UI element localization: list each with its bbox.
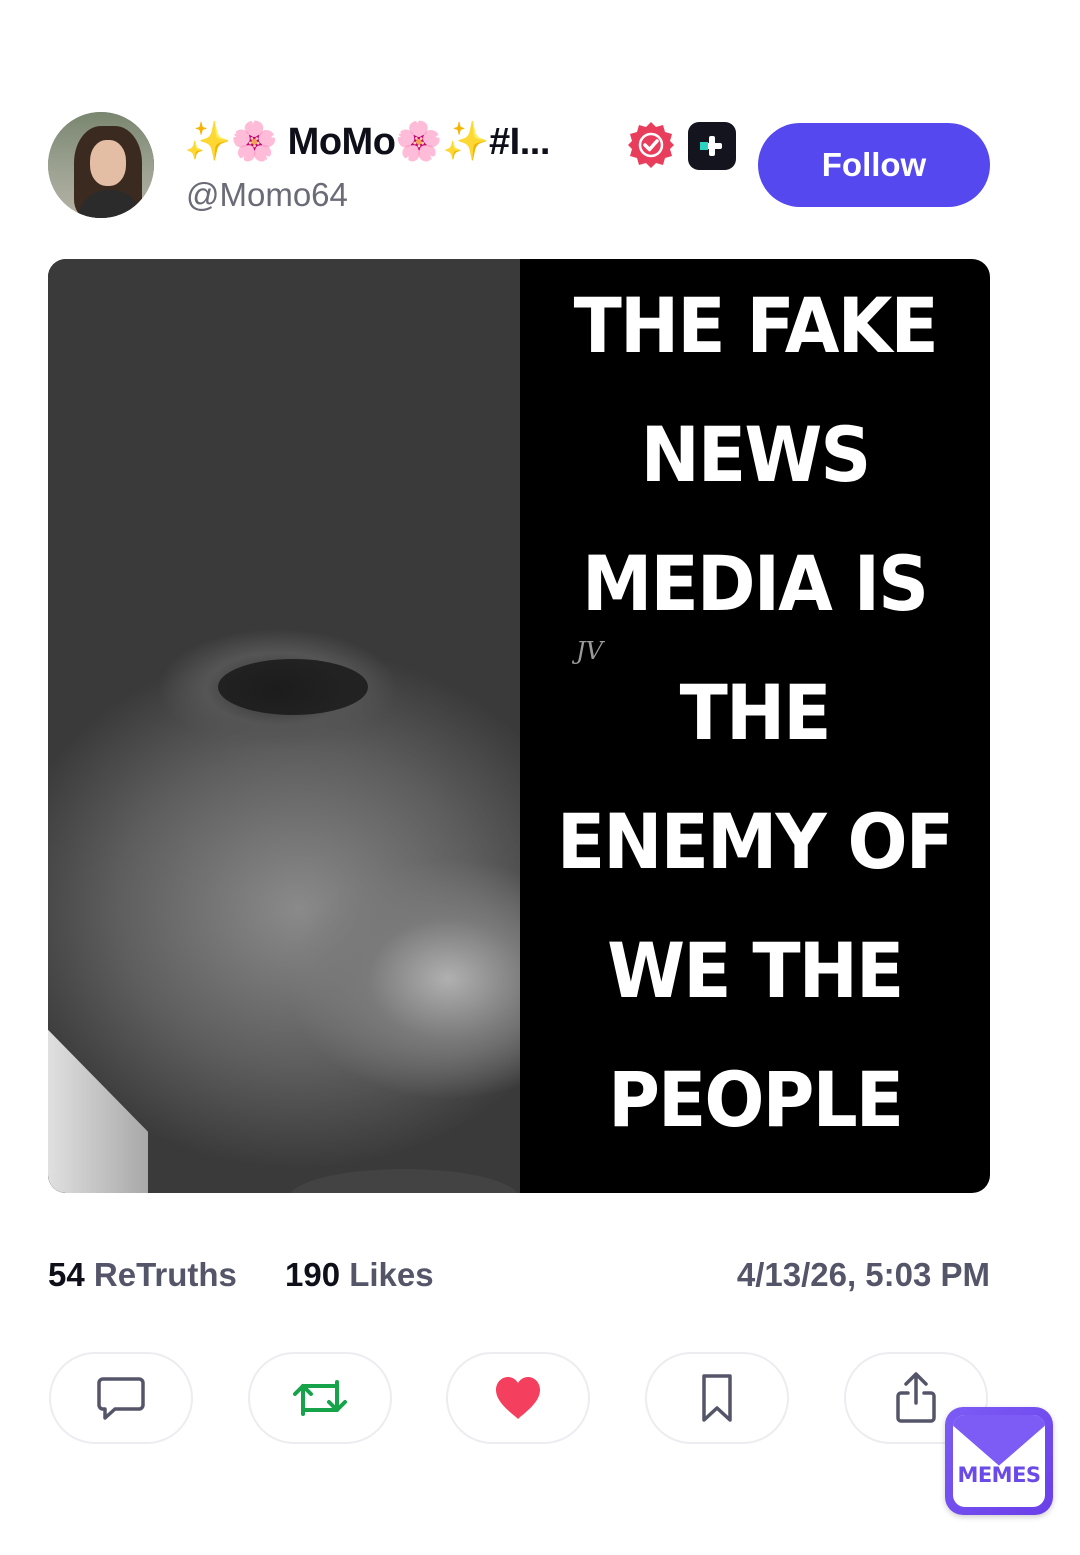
comment-icon bbox=[97, 1377, 145, 1420]
likes-stat[interactable]: 190 Likes bbox=[285, 1256, 434, 1294]
share-icon bbox=[896, 1372, 936, 1423]
reply-button[interactable] bbox=[49, 1352, 193, 1444]
meme-line: NEWS bbox=[640, 410, 872, 499]
avatar[interactable] bbox=[48, 112, 154, 218]
meme-line: PEOPLE bbox=[607, 1055, 904, 1144]
portrait-photo bbox=[48, 259, 520, 1193]
retruth-icon bbox=[293, 1380, 347, 1416]
post-image[interactable]: THE FAKE NEWS MEDIA IS THE ENEMY OF WE T… bbox=[48, 259, 990, 1193]
heart-icon bbox=[496, 1377, 540, 1419]
envelope-icon bbox=[953, 1415, 1045, 1466]
meme-caption: THE FAKE NEWS MEDIA IS THE ENEMY OF WE T… bbox=[520, 259, 990, 1193]
meme-line: MEDIA IS bbox=[582, 539, 929, 628]
portrait-brow bbox=[168, 569, 468, 629]
artist-signature: JV bbox=[576, 637, 603, 665]
bookmark-button[interactable] bbox=[645, 1352, 789, 1444]
meme-line: WE THE bbox=[607, 926, 904, 1015]
likes-label: Likes bbox=[349, 1256, 434, 1293]
likes-count: 190 bbox=[285, 1256, 341, 1293]
post-stats: 54 ReTruths 190 Likes 4/13/26, 5:03 PM bbox=[48, 1256, 990, 1300]
post-timestamp: 4/13/26, 5:03 PM bbox=[736, 1256, 990, 1293]
plus-badge-accent bbox=[700, 142, 708, 150]
verified-badge-icon bbox=[628, 122, 674, 168]
like-button[interactable] bbox=[446, 1352, 590, 1444]
memes-logo-inner: MEMES bbox=[953, 1415, 1045, 1507]
retruths-count: 54 bbox=[48, 1256, 85, 1293]
plus-badge-icon bbox=[688, 122, 736, 170]
portrait-lips bbox=[288, 1169, 520, 1193]
portrait-eye bbox=[218, 659, 368, 715]
author-display-name[interactable]: ✨🌸 MoMo🌸✨#I... bbox=[184, 120, 550, 164]
follow-button[interactable]: Follow bbox=[758, 123, 990, 207]
memes-watermark-logo: MEMES bbox=[945, 1407, 1053, 1515]
author-handle[interactable]: @Momo64 bbox=[186, 176, 348, 214]
meme-line: THE bbox=[679, 668, 832, 757]
retruth-button[interactable] bbox=[248, 1352, 392, 1444]
retruths-stat[interactable]: 54 ReTruths bbox=[48, 1256, 237, 1294]
meme-line: THE FAKE bbox=[573, 281, 938, 370]
avatar-face bbox=[90, 140, 126, 186]
retruths-label: ReTruths bbox=[93, 1256, 237, 1293]
memes-logo-label: MEMES bbox=[957, 1463, 1041, 1487]
bookmark-icon bbox=[702, 1374, 732, 1422]
portrait-collar bbox=[48, 1029, 148, 1193]
meme-line: ENEMY OF bbox=[557, 797, 954, 886]
